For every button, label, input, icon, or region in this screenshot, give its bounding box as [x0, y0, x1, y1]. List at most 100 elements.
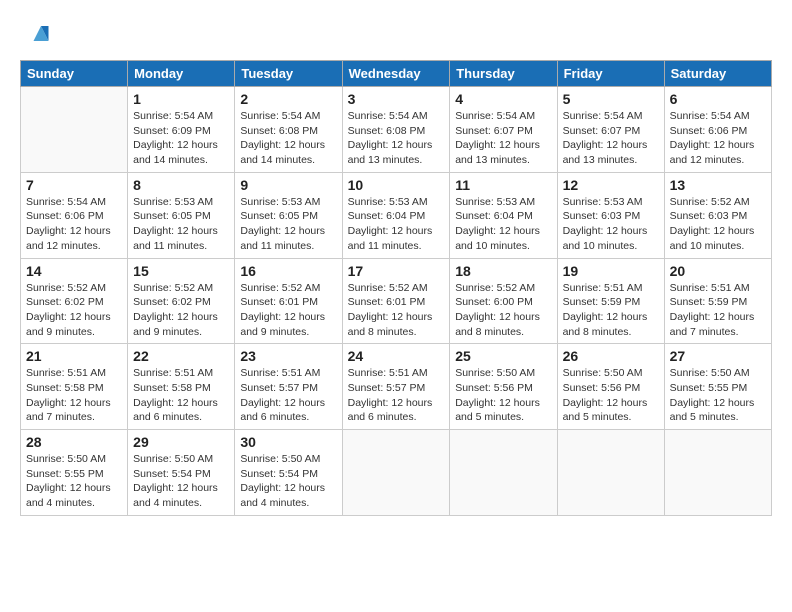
weekday-header-wednesday: Wednesday: [342, 61, 450, 87]
calendar-cell: [21, 87, 128, 173]
day-number: 5: [563, 91, 659, 107]
weekday-header-saturday: Saturday: [664, 61, 771, 87]
day-number: 9: [240, 177, 336, 193]
page-header: [20, 20, 772, 50]
calendar-cell: [664, 430, 771, 516]
calendar-cell: 11 Sunrise: 5:53 AM Sunset: 6:04 PM Dayli…: [450, 172, 557, 258]
day-info: Sunrise: 5:50 AM Sunset: 5:56 PM Dayligh…: [563, 366, 659, 425]
calendar-week-row: 14 Sunrise: 5:52 AM Sunset: 6:02 PM Dayli…: [21, 258, 772, 344]
day-number: 24: [348, 348, 445, 364]
calendar-cell: 14 Sunrise: 5:52 AM Sunset: 6:02 PM Dayli…: [21, 258, 128, 344]
day-info: Sunrise: 5:52 AM Sunset: 6:01 PM Dayligh…: [240, 281, 336, 340]
day-info: Sunrise: 5:53 AM Sunset: 6:05 PM Dayligh…: [240, 195, 336, 254]
calendar-cell: 19 Sunrise: 5:51 AM Sunset: 5:59 PM Dayli…: [557, 258, 664, 344]
day-info: Sunrise: 5:53 AM Sunset: 6:04 PM Dayligh…: [348, 195, 445, 254]
day-info: Sunrise: 5:52 AM Sunset: 6:01 PM Dayligh…: [348, 281, 445, 340]
day-info: Sunrise: 5:54 AM Sunset: 6:07 PM Dayligh…: [455, 109, 551, 168]
calendar-cell: 9 Sunrise: 5:53 AM Sunset: 6:05 PM Daylig…: [235, 172, 342, 258]
day-number: 27: [670, 348, 766, 364]
day-number: 16: [240, 263, 336, 279]
day-info: Sunrise: 5:50 AM Sunset: 5:54 PM Dayligh…: [240, 452, 336, 511]
day-number: 28: [26, 434, 122, 450]
calendar-week-row: 21 Sunrise: 5:51 AM Sunset: 5:58 PM Dayli…: [21, 344, 772, 430]
calendar-cell: 1Sunrise: 5:54 AM Sunset: 6:09 PM Daylig…: [128, 87, 235, 173]
day-number: 23: [240, 348, 336, 364]
day-number: 4: [455, 91, 551, 107]
day-info: Sunrise: 5:52 AM Sunset: 6:03 PM Dayligh…: [670, 195, 766, 254]
calendar-cell: 2 Sunrise: 5:54 AM Sunset: 6:08 PM Daylig…: [235, 87, 342, 173]
day-number: 14: [26, 263, 122, 279]
day-info: Sunrise: 5:50 AM Sunset: 5:55 PM Dayligh…: [26, 452, 122, 511]
weekday-header-monday: Monday: [128, 61, 235, 87]
day-info: Sunrise: 5:51 AM Sunset: 5:58 PM Dayligh…: [133, 366, 229, 425]
calendar-cell: 27Sunrise: 5:50 AM Sunset: 5:55 PM Dayli…: [664, 344, 771, 430]
day-number: 17: [348, 263, 445, 279]
day-info: Sunrise: 5:51 AM Sunset: 5:57 PM Dayligh…: [348, 366, 445, 425]
weekday-header-friday: Friday: [557, 61, 664, 87]
day-info: Sunrise: 5:54 AM Sunset: 6:09 PM Dayligh…: [133, 109, 229, 168]
day-number: 19: [563, 263, 659, 279]
calendar-cell: 22 Sunrise: 5:51 AM Sunset: 5:58 PM Dayli…: [128, 344, 235, 430]
day-number: 20: [670, 263, 766, 279]
calendar-table: SundayMondayTuesdayWednesdayThursdayFrid…: [20, 60, 772, 516]
calendar-cell: 17 Sunrise: 5:52 AM Sunset: 6:01 PM Dayli…: [342, 258, 450, 344]
day-info: Sunrise: 5:52 AM Sunset: 6:02 PM Dayligh…: [133, 281, 229, 340]
calendar-cell: 12Sunrise: 5:53 AM Sunset: 6:03 PM Dayli…: [557, 172, 664, 258]
calendar-cell: 24 Sunrise: 5:51 AM Sunset: 5:57 PM Dayli…: [342, 344, 450, 430]
day-number: 3: [348, 91, 445, 107]
day-info: Sunrise: 5:50 AM Sunset: 5:56 PM Dayligh…: [455, 366, 551, 425]
day-info: Sunrise: 5:51 AM Sunset: 5:59 PM Dayligh…: [670, 281, 766, 340]
day-info: Sunrise: 5:53 AM Sunset: 6:05 PM Dayligh…: [133, 195, 229, 254]
day-info: Sunrise: 5:54 AM Sunset: 6:06 PM Dayligh…: [670, 109, 766, 168]
day-number: 8: [133, 177, 229, 193]
calendar-cell: 26Sunrise: 5:50 AM Sunset: 5:56 PM Dayli…: [557, 344, 664, 430]
calendar-cell: 30 Sunrise: 5:50 AM Sunset: 5:54 PM Dayli…: [235, 430, 342, 516]
day-info: Sunrise: 5:51 AM Sunset: 5:59 PM Dayligh…: [563, 281, 659, 340]
day-number: 13: [670, 177, 766, 193]
calendar-cell: 16 Sunrise: 5:52 AM Sunset: 6:01 PM Dayli…: [235, 258, 342, 344]
day-number: 2: [240, 91, 336, 107]
day-info: Sunrise: 5:52 AM Sunset: 6:02 PM Dayligh…: [26, 281, 122, 340]
day-number: 11: [455, 177, 551, 193]
day-number: 22: [133, 348, 229, 364]
calendar-cell: 18 Sunrise: 5:52 AM Sunset: 6:00 PM Dayli…: [450, 258, 557, 344]
day-number: 7: [26, 177, 122, 193]
calendar-week-row: 7 Sunrise: 5:54 AM Sunset: 6:06 PM Daylig…: [21, 172, 772, 258]
calendar-cell: 7 Sunrise: 5:54 AM Sunset: 6:06 PM Daylig…: [21, 172, 128, 258]
day-info: Sunrise: 5:52 AM Sunset: 6:00 PM Dayligh…: [455, 281, 551, 340]
day-number: 18: [455, 263, 551, 279]
day-info: Sunrise: 5:50 AM Sunset: 5:54 PM Dayligh…: [133, 452, 229, 511]
calendar-cell: [557, 430, 664, 516]
weekday-header-thursday: Thursday: [450, 61, 557, 87]
day-number: 6: [670, 91, 766, 107]
calendar-cell: 15 Sunrise: 5:52 AM Sunset: 6:02 PM Dayli…: [128, 258, 235, 344]
calendar-week-row: 1Sunrise: 5:54 AM Sunset: 6:09 PM Daylig…: [21, 87, 772, 173]
calendar-cell: [342, 430, 450, 516]
calendar-cell: 13 Sunrise: 5:52 AM Sunset: 6:03 PM Dayli…: [664, 172, 771, 258]
calendar-cell: 21Sunrise: 5:51 AM Sunset: 5:58 PM Dayli…: [21, 344, 128, 430]
calendar-cell: 23 Sunrise: 5:51 AM Sunset: 5:57 PM Dayli…: [235, 344, 342, 430]
calendar-cell: [450, 430, 557, 516]
calendar-cell: 25 Sunrise: 5:50 AM Sunset: 5:56 PM Dayli…: [450, 344, 557, 430]
day-info: Sunrise: 5:54 AM Sunset: 6:08 PM Dayligh…: [240, 109, 336, 168]
calendar-cell: 29 Sunrise: 5:50 AM Sunset: 5:54 PM Dayli…: [128, 430, 235, 516]
day-info: Sunrise: 5:54 AM Sunset: 6:07 PM Dayligh…: [563, 109, 659, 168]
day-number: 21: [26, 348, 122, 364]
day-number: 15: [133, 263, 229, 279]
day-info: Sunrise: 5:54 AM Sunset: 6:06 PM Dayligh…: [26, 195, 122, 254]
day-info: Sunrise: 5:54 AM Sunset: 6:08 PM Dayligh…: [348, 109, 445, 168]
day-number: 30: [240, 434, 336, 450]
day-number: 10: [348, 177, 445, 193]
calendar-cell: 20 Sunrise: 5:51 AM Sunset: 5:59 PM Dayli…: [664, 258, 771, 344]
day-info: Sunrise: 5:53 AM Sunset: 6:04 PM Dayligh…: [455, 195, 551, 254]
logo: [20, 20, 54, 50]
calendar-cell: 5 Sunrise: 5:54 AM Sunset: 6:07 PM Daylig…: [557, 87, 664, 173]
calendar-header-row: SundayMondayTuesdayWednesdayThursdayFrid…: [21, 61, 772, 87]
day-number: 12: [563, 177, 659, 193]
calendar-cell: 28 Sunrise: 5:50 AM Sunset: 5:55 PM Dayli…: [21, 430, 128, 516]
calendar-cell: 3 Sunrise: 5:54 AM Sunset: 6:08 PM Daylig…: [342, 87, 450, 173]
day-info: Sunrise: 5:51 AM Sunset: 5:57 PM Dayligh…: [240, 366, 336, 425]
day-number: 29: [133, 434, 229, 450]
weekday-header-sunday: Sunday: [21, 61, 128, 87]
day-number: 25: [455, 348, 551, 364]
